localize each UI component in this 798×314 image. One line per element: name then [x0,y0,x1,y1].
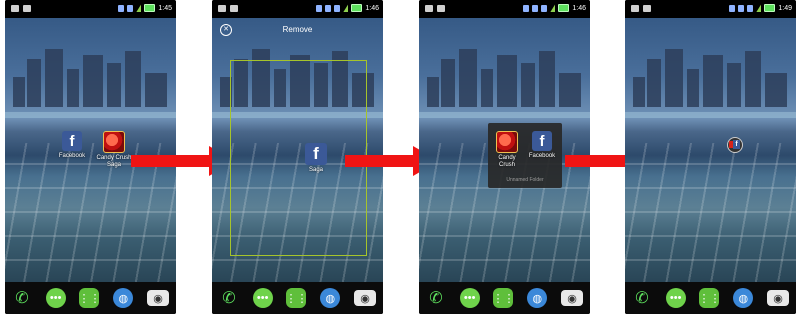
facebook-icon: f [733,140,740,149]
image-icon [425,5,433,12]
app-candy-crush[interactable]: Candy Crush [490,131,524,169]
dock: ✆ ••• ⋮⋮ ◍ ◉ [212,282,383,314]
dock: ✆ ••• ⋮⋮ ◍ ◉ [625,282,796,314]
app-facebook[interactable]: f Facebook [524,131,560,160]
screen-folder-closed: 1:49 f ✆ ••• ⋮⋮ ◍ ◉ [625,0,796,314]
phone-icon[interactable]: ✆ [632,288,652,308]
alarm-icon [532,4,539,12]
wifi-icon [127,4,134,12]
remove-bar[interactable]: ✕ Remove [212,18,383,42]
dock: ✆ ••• ⋮⋮ ◍ ◉ [5,282,176,314]
notification-icon [23,5,31,12]
status-time: 1:46 [365,4,379,12]
battery-icon [144,4,156,12]
apps-icon[interactable]: ⋮⋮ [78,288,100,308]
candy-crush-icon [103,131,125,153]
folder-popup: Candy Crush f Facebook Unnamed Folder [488,123,562,188]
notification-icon [643,5,651,12]
app-facebook[interactable]: f Facebook [49,131,95,160]
app-label: Facebook [58,153,86,159]
waterfront [625,112,796,118]
waterfront [5,112,176,118]
alarm-icon [325,4,332,12]
apps-icon[interactable]: ⋮⋮ [492,288,514,308]
app-label: Saga [308,167,323,173]
tiled-floor [625,143,796,283]
dragged-app[interactable]: f Saga [293,143,339,174]
dock: ✆ ••• ⋮⋮ ◍ ◉ [419,282,590,314]
messages-icon[interactable]: ••• [665,288,686,308]
sync-icon [729,4,736,12]
camera-icon[interactable]: ◉ [767,290,790,306]
wallpaper [625,18,796,283]
notification-icon [230,5,238,12]
messages-icon[interactable]: ••• [45,288,66,308]
wifi-icon [334,4,341,12]
alarm-icon [118,4,125,12]
signal-icon [756,4,762,12]
status-bar: 1:49 [625,0,796,18]
battery-icon [351,4,363,12]
candy-crush-icon [496,131,518,153]
folder-name-field[interactable]: Unnamed Folder [488,177,562,183]
phone-icon[interactable]: ✆ [426,288,446,308]
messages-icon[interactable]: ••• [252,288,273,308]
browser-icon[interactable]: ◍ [527,288,548,308]
status-bar: 1:46 [419,0,590,18]
folder-icon[interactable]: f [727,137,743,153]
apps-icon[interactable]: ⋮⋮ [285,288,307,308]
signal-icon [550,4,556,12]
messages-icon[interactable]: ••• [459,288,480,308]
alarm-icon [738,4,745,12]
sync-icon [316,4,323,12]
image-icon [11,5,19,12]
battery-icon [558,4,570,12]
browser-icon[interactable]: ◍ [113,288,134,308]
camera-icon[interactable]: ◉ [561,290,584,306]
status-time: 1:49 [778,4,792,12]
wifi-icon [541,4,548,12]
wifi-icon [747,4,754,12]
app-label: Facebook [528,153,556,159]
status-time: 1:46 [572,4,586,12]
app-label: Candy Crush [498,155,516,168]
sync-icon [523,4,530,12]
status-time: 1:45 [158,4,172,12]
camera-icon[interactable]: ◉ [147,290,170,306]
browser-icon[interactable]: ◍ [320,288,341,308]
status-bar: 1:46 [212,0,383,18]
phone-icon[interactable]: ✆ [219,288,239,308]
signal-icon [136,4,142,12]
waterfront [419,112,590,118]
facebook-icon: f [62,131,82,151]
notification-icon [437,5,445,12]
city-skyline [625,42,796,107]
status-bar: 1:45 [5,0,176,18]
phone-icon[interactable]: ✆ [12,288,32,308]
city-skyline [419,42,590,107]
facebook-icon: f [532,131,552,151]
facebook-icon: f [305,143,327,165]
image-icon [218,5,226,12]
apps-icon[interactable]: ⋮⋮ [698,288,720,308]
signal-icon [343,4,349,12]
browser-icon[interactable]: ◍ [733,288,754,308]
city-skyline [5,42,176,107]
battery-icon [764,4,776,12]
remove-label: Remove [282,25,313,34]
image-icon [631,5,639,12]
camera-icon[interactable]: ◉ [354,290,377,306]
